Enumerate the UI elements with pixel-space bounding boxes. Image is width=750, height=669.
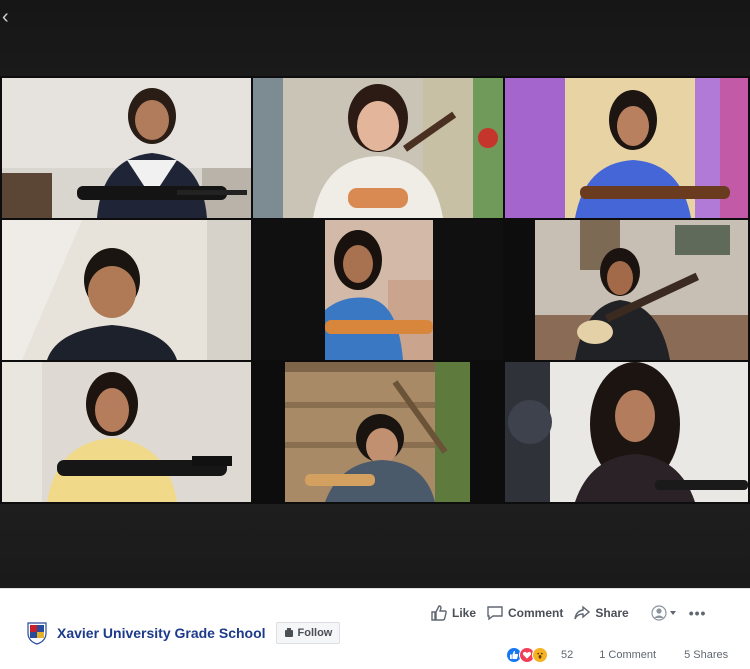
follow-label: Follow [297, 627, 333, 639]
participant-tile-9 [505, 362, 748, 502]
comment-label: Comment [508, 606, 564, 620]
share-label: Share [595, 606, 629, 620]
avatar-icon [651, 605, 667, 621]
like-icon [431, 605, 447, 621]
back-icon[interactable]: ‹ [2, 6, 20, 28]
post-stats: 52 1 Comment 5 Shares [506, 647, 728, 663]
page-name-link[interactable]: Xavier University Grade School [57, 625, 266, 641]
more-icon[interactable]: ••• [689, 605, 707, 621]
post-as-selector[interactable] [651, 605, 677, 621]
page-logo[interactable] [26, 621, 48, 645]
video-viewer: ‹ [0, 0, 750, 588]
reaction-count[interactable]: 52 [561, 649, 573, 661]
post-footer: Like Comment Share ••• Xavier University… [0, 588, 750, 669]
participant-tile-7 [2, 362, 251, 502]
like-button[interactable]: Like [430, 605, 476, 621]
follow-button[interactable]: Follow [275, 622, 341, 644]
share-button[interactable]: Share [573, 605, 629, 621]
comment-icon [487, 606, 503, 621]
comment-button[interactable]: Comment [486, 605, 563, 621]
post-actions: Like Comment Share ••• [430, 603, 706, 623]
reaction-icons[interactable] [506, 647, 548, 663]
participant-tile-8 [285, 362, 470, 502]
like-label: Like [452, 606, 477, 620]
follow-icon [284, 628, 293, 637]
participant-tile-4 [2, 220, 251, 360]
page-info: Xavier University Grade School Follow [26, 621, 341, 645]
participant-tile-2 [253, 78, 503, 218]
video-call-grid[interactable] [0, 76, 750, 504]
participant-tile-6 [535, 220, 748, 360]
participant-tile-1 [2, 78, 251, 218]
participant-tile-3 [505, 78, 748, 218]
shares-count-link[interactable]: 5 Shares [684, 649, 728, 661]
share-icon [574, 605, 591, 620]
caret-icon [669, 611, 676, 615]
wow-reaction-icon [532, 647, 548, 663]
comments-count-link[interactable]: 1 Comment [599, 649, 656, 661]
participant-tile-5 [253, 220, 503, 360]
